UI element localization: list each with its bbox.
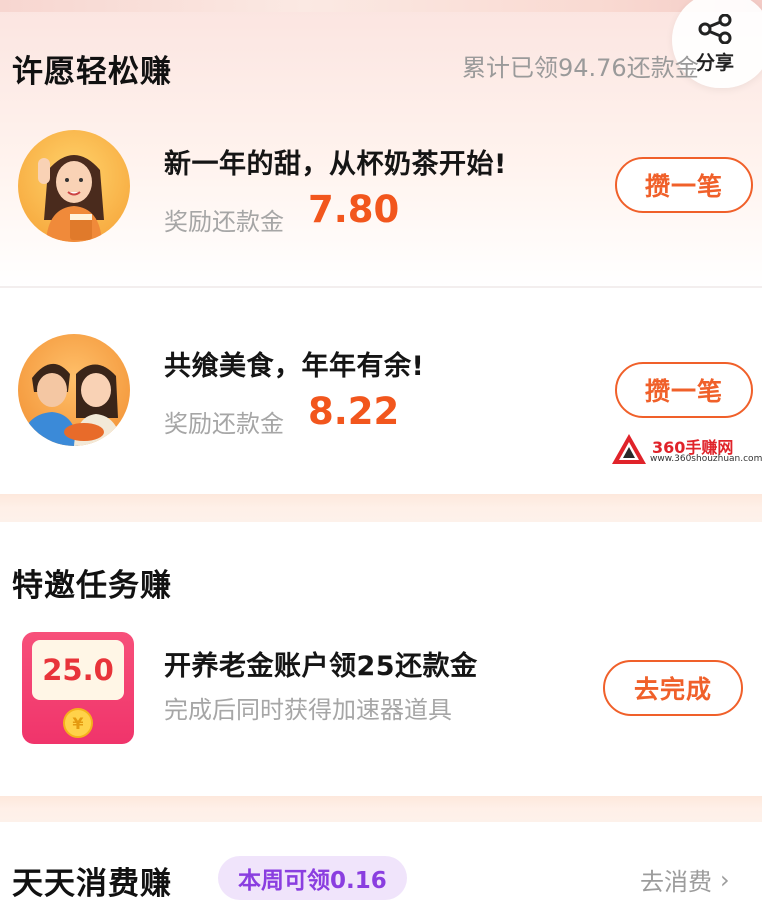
section-gap — [0, 494, 762, 522]
woman-milk-tea-avatar — [18, 130, 130, 242]
task-title: 开养老金账户领25还款金 — [164, 651, 478, 682]
envelope-paper: 25.0 — [32, 640, 124, 700]
card-amount: 25.0 — [42, 653, 114, 687]
save-button[interactable]: 攒一笔 — [615, 362, 753, 418]
site-watermark: 360手赚网 www.360shouzhuan.com — [610, 432, 762, 468]
task-row: 新一年的甜，从杯奶茶开始! 奖励还款金 7.80 攒一笔 — [0, 100, 762, 290]
red-envelope-icon: 25.0 ¥ — [22, 632, 134, 744]
invite-section-title: 特邀任务赚 — [12, 568, 172, 604]
save-button[interactable]: 攒一笔 — [615, 157, 753, 213]
daily-section-title: 天天消费赚 — [12, 866, 172, 900]
task-title: 共飨美食，年年有余! — [164, 351, 425, 382]
go-consume-link[interactable]: 去消费 › — [640, 862, 730, 897]
couple-food-avatar — [18, 334, 130, 446]
top-banner-edge — [0, 0, 762, 12]
cumulative-received: 累计已领94.76还款金 — [462, 54, 699, 82]
weekly-available-badge: 本周可领0.16 — [218, 856, 407, 900]
wish-section-title: 许愿轻松赚 — [12, 54, 172, 90]
task-title: 新一年的甜，从杯奶茶开始! — [164, 149, 507, 180]
reward-label: 奖励还款金 — [164, 410, 284, 438]
reward-label: 奖励还款金 — [164, 208, 284, 236]
reward-value: 7.80 — [308, 188, 400, 231]
watermark-logo-icon — [612, 434, 646, 464]
reward-value: 8.22 — [308, 390, 400, 433]
divider — [0, 286, 762, 288]
section-gap — [0, 796, 762, 822]
complete-button[interactable]: 去完成 — [603, 660, 743, 716]
task-description: 完成后同时获得加速器道具 — [164, 696, 452, 724]
chevron-right-icon: › — [720, 865, 730, 894]
go-consume-label: 去消费 — [640, 868, 712, 896]
coin-icon: ¥ — [63, 708, 93, 738]
watermark-url: www.360shouzhuan.com — [650, 454, 762, 464]
